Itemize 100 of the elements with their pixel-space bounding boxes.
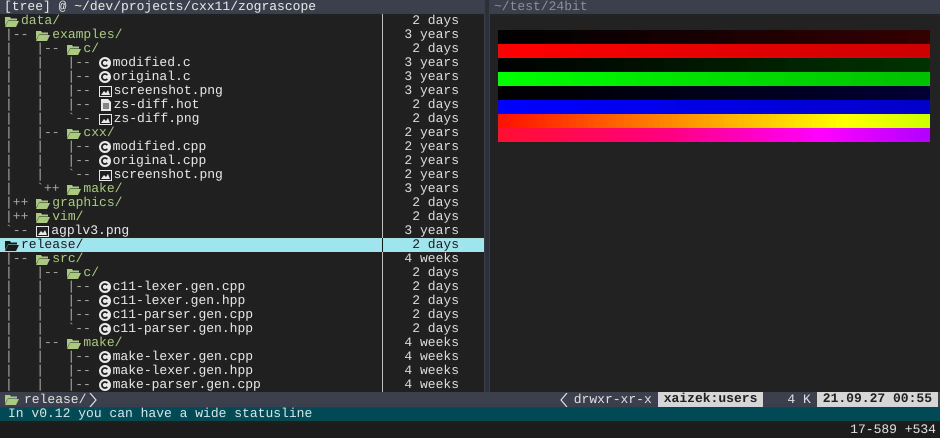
cursor-position: 17-589 +534 [850, 422, 936, 436]
file-name: modified.c [112, 56, 191, 70]
file-name: c/ [83, 42, 100, 56]
file-name: make/ [83, 336, 122, 350]
tree-branch: | | |-- [5, 84, 92, 98]
c-letter-icon [98, 309, 111, 321]
file-row[interactable]: | | |-- screenshot.png 3 years [0, 84, 484, 98]
image-icon [98, 86, 112, 96]
file-row[interactable]: | | |-- c11-lexer.gen.hpp 2 days [0, 294, 484, 308]
c-letter-icon [98, 155, 111, 167]
pane-title: ~/test/24bit [494, 0, 588, 14]
tree-branch: | | |-- [5, 56, 92, 70]
file-name: zs-diff.png [114, 112, 200, 126]
folder-icon [36, 254, 50, 264]
modified-age: 2 years [404, 154, 459, 168]
file-row[interactable]: | |-- c/ 2 days [0, 42, 484, 56]
tree-branch: | | |-- [5, 140, 92, 154]
image-icon [98, 114, 112, 124]
modified-age: 3 years [404, 182, 459, 196]
modified-age: 2 days [412, 266, 459, 280]
file-row[interactable]: | | |-- original.c 3 years [0, 70, 484, 84]
file-row[interactable]: | | |-- make-lexer.gen.cpp 4 weeks [0, 350, 484, 364]
folder-icon [36, 198, 50, 208]
modified-age: 2 days [412, 14, 459, 28]
tree-branch: | | |-- [5, 280, 92, 294]
file-name: c11-parser.gen.cpp [112, 308, 254, 322]
file-name: release/ [21, 238, 84, 252]
file-row[interactable]: |++ vim/ 2 days [0, 210, 484, 224]
modified-age: 3 years [404, 84, 459, 98]
file-name: make-lexer.gen.cpp [112, 350, 254, 364]
file-row[interactable]: | |-- cxx/ 2 years [0, 126, 484, 140]
file-name: agplv3.png [51, 224, 130, 238]
file-name: c11-parser.gen.hpp [112, 322, 254, 336]
tree-branch: | | `-- [5, 322, 92, 336]
modified-age: 2 days [412, 280, 459, 294]
file-name: src/ [52, 252, 84, 266]
file-row[interactable]: | | |-- make-lexer.gen.hpp 4 weeks [0, 364, 484, 378]
file-name: graphics/ [52, 196, 122, 210]
c-letter-icon [98, 71, 111, 83]
file-row[interactable]: | | |-- c11-lexer.gen.cpp 2 days [0, 280, 484, 294]
modified-age: 4 weeks [404, 378, 459, 392]
file-size: 4 K [786, 392, 812, 406]
tree-branch: | | |-- [5, 378, 92, 392]
file-name: make-lexer.gen.hpp [112, 364, 254, 378]
tree-branch: |-- [5, 28, 30, 42]
modified-age: 2 days [412, 98, 459, 112]
file-row[interactable]: |-- src/ 4 weeks [0, 252, 484, 266]
file-row[interactable]: | |-- c/ 2 days [0, 266, 484, 280]
image-icon [36, 226, 50, 236]
file-row[interactable]: | | |-- zs-diff.hot 2 days [0, 98, 484, 112]
file-name: modified.cpp [112, 140, 206, 154]
file-row[interactable]: | | `-- c11-parser.gen.hpp 2 days [0, 322, 484, 336]
file-name: screenshot.png [114, 168, 223, 182]
tree-branch: | |-- [5, 336, 61, 350]
file-row[interactable]: | | |-- c11-parser.gen.cpp 2 days [0, 308, 484, 322]
file-row[interactable]: | | |-- modified.cpp 2 years [0, 140, 484, 154]
tree-branch: | | `-- [5, 168, 92, 182]
c-letter-icon [98, 57, 111, 69]
file-row[interactable]: | |-- make/ 4 weeks [0, 336, 484, 350]
tree-branch: |++ [5, 196, 30, 210]
modified-age: 3 years [404, 56, 459, 70]
file-row[interactable]: | `++ make/ 3 years [0, 182, 484, 196]
tree-branch: | |-- [5, 266, 61, 280]
modified-age: 2 days [412, 210, 459, 224]
file-name: c11-lexer.gen.hpp [112, 294, 246, 308]
c-letter-icon [98, 141, 111, 153]
tree-branch: | `++ [5, 182, 61, 196]
file-row[interactable]: release/ 2 days [0, 238, 484, 252]
modified-age: 2 days [412, 42, 459, 56]
modified-age: 2 days [412, 294, 459, 308]
file-row[interactable]: | | `-- zs-diff.png 2 days [0, 112, 484, 126]
modified-age: 2 days [412, 196, 459, 210]
c-letter-icon [98, 351, 111, 363]
modified-age: 4 weeks [404, 336, 459, 350]
file-row[interactable]: | | |-- modified.c 3 years [0, 56, 484, 70]
file-row[interactable]: |++ graphics/ 2 days [0, 196, 484, 210]
statusline-message: In v0.12 you can have a wide statusline [8, 407, 312, 421]
folder-icon [67, 338, 82, 348]
current-path: release/ [24, 392, 86, 406]
modified-age: 4 weeks [404, 364, 459, 378]
tree-branch: | | |-- [5, 294, 92, 308]
file-row[interactable]: | | |-- original.cpp 2 years [0, 154, 484, 168]
tree-branch: | | |-- [5, 70, 92, 84]
folder-icon [67, 128, 82, 138]
file-name: make-parser.gen.cpp [112, 378, 261, 392]
file-row[interactable]: |-- examples/ 3 years [0, 28, 484, 42]
folder-icon [67, 44, 82, 54]
folder-icon [5, 240, 19, 250]
modified-age: 3 years [404, 70, 459, 84]
owner-group: xaizek:users [658, 392, 764, 407]
file-name: vim/ [52, 210, 84, 224]
modified-age: 2 days [412, 308, 459, 322]
modified-age: 2 days [412, 238, 459, 252]
tree-branch: | | |-- [5, 308, 92, 322]
modified-age: 2 days [412, 322, 459, 336]
file-row[interactable]: | | `-- screenshot.png 2 years [0, 168, 484, 182]
file-row[interactable]: data/ 2 days [0, 14, 484, 28]
modified-age: 3 years [404, 28, 459, 42]
modified-age: 2 years [404, 140, 459, 154]
modified-age: 2 years [404, 168, 459, 182]
